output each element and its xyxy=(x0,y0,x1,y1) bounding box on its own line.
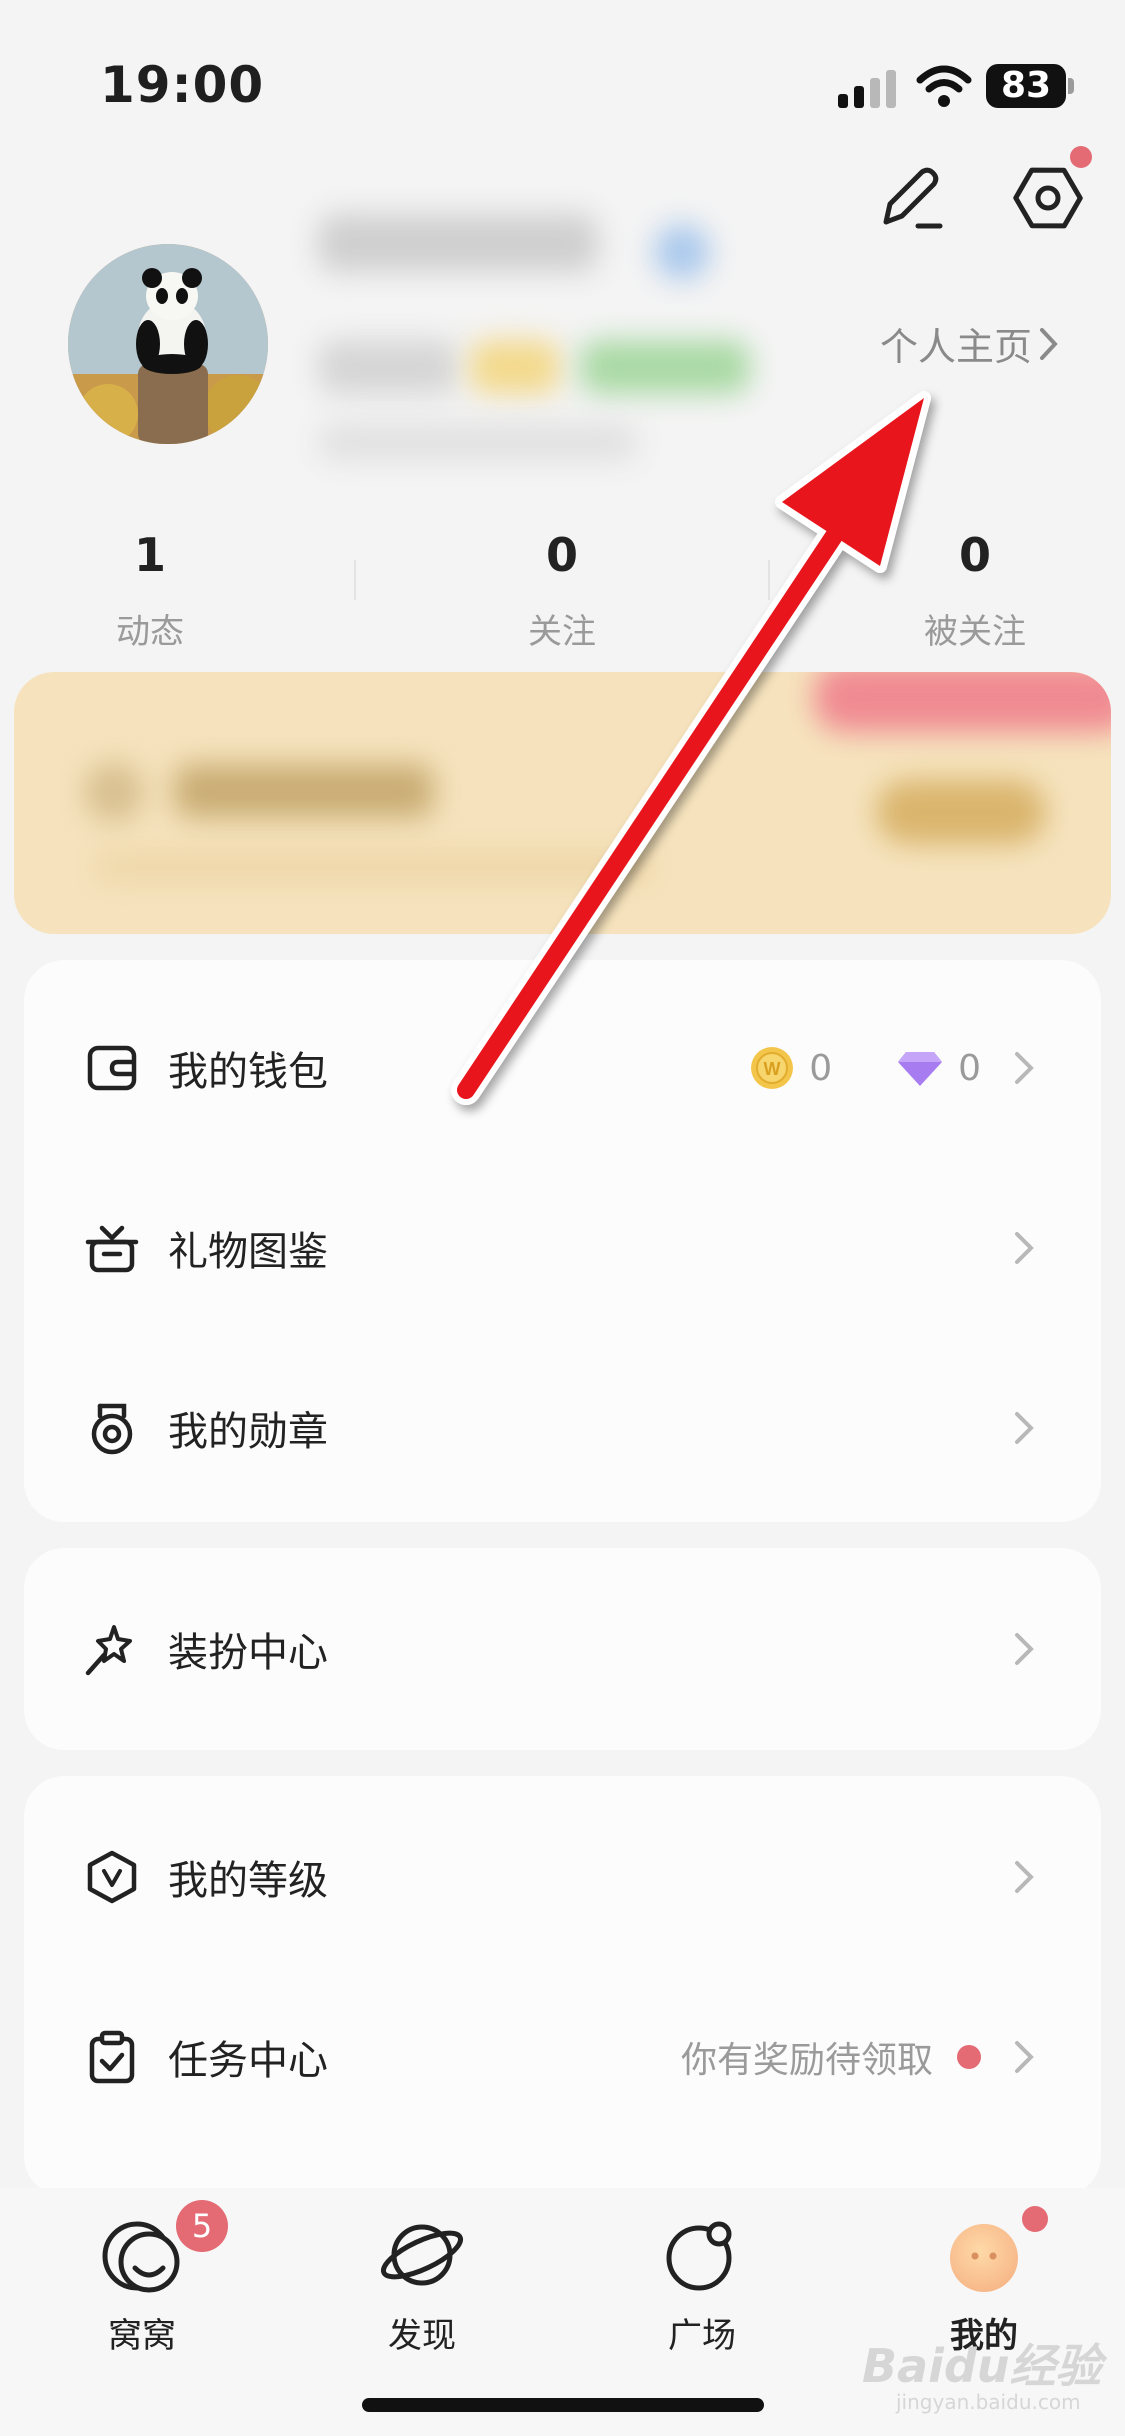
tab-wowo-label: 窝窝 xyxy=(108,2316,176,2356)
planet-icon xyxy=(380,2224,464,2286)
stat-followers-value: 0 xyxy=(958,528,991,582)
tab-discover-label: 发现 xyxy=(388,2316,456,2356)
edit-profile-icon[interactable] xyxy=(872,160,948,236)
menu-item-my-level[interactable]: 我的等级 xyxy=(24,1787,1101,1967)
vip-banner[interactable] xyxy=(14,672,1111,934)
stat-following-label: 关注 xyxy=(528,612,596,652)
stat-followers[interactable]: 0 被关注 xyxy=(825,528,1125,653)
magic-wand-icon xyxy=(85,1625,132,1676)
chevron-right-icon xyxy=(1015,1232,1034,1264)
chevron-right-icon xyxy=(1015,1052,1034,1084)
diamond-icon xyxy=(898,1052,943,1086)
home-indicator xyxy=(362,2398,764,2412)
panda-avatar-image xyxy=(68,244,268,444)
clipboard-check-icon xyxy=(89,2030,135,2084)
wifi-icon xyxy=(916,65,972,107)
blurred-vip-desc xyxy=(94,852,654,882)
task-reward-hint-text: 你有奖励待领取 xyxy=(680,2040,933,2081)
stat-posts-value: 1 xyxy=(133,528,166,582)
task-center-label: 任务中心 xyxy=(168,2038,328,2084)
task-notification-dot xyxy=(957,2045,981,2069)
settings-button[interactable] xyxy=(1010,160,1086,236)
menu-card-assets: 我的钱包 W 0 0 礼物图鉴 我的勋章 xyxy=(24,960,1101,1522)
status-time: 19:00 xyxy=(100,56,265,114)
square-plaza-icon xyxy=(666,2221,732,2291)
tab-discover[interactable]: 发现 xyxy=(342,2210,502,2357)
chevron-right-icon xyxy=(1015,1861,1034,1893)
medals-label: 我的勋章 xyxy=(168,1409,328,1455)
wallet-label: 我的钱包 xyxy=(168,1049,328,1095)
wowo-unread-badge: 5 xyxy=(176,2200,228,2252)
coin-balance: 0 xyxy=(809,1047,833,1089)
avatar[interactable] xyxy=(68,244,268,444)
gift-gallery-label: 礼物图鉴 xyxy=(168,1229,328,1275)
tab-square-label: 广场 xyxy=(668,2316,736,2356)
chevron-right-icon xyxy=(1015,1412,1034,1444)
dressup-center-label: 装扮中心 xyxy=(168,1630,328,1676)
stat-posts-label: 动态 xyxy=(116,612,184,652)
blurred-tag-yellow xyxy=(470,340,560,394)
wallet-icon xyxy=(87,1045,137,1091)
my-level-label: 我的等级 xyxy=(168,1858,328,1904)
blurred-tag-green xyxy=(580,340,750,394)
menu-item-task-center[interactable]: 任务中心 你有奖励待领取 xyxy=(24,1967,1101,2147)
blurred-bio xyxy=(318,424,638,460)
menu-item-wallet[interactable]: 我的钱包 W 0 0 xyxy=(24,978,1101,1158)
personal-homepage-label: 个人主页 xyxy=(880,325,1033,369)
chevron-right-icon xyxy=(1040,327,1058,360)
wowo-tab-icon xyxy=(102,2221,180,2293)
blurred-tag-gray xyxy=(318,340,458,394)
medal-icon xyxy=(91,1403,133,1455)
stat-posts[interactable]: 1 动态 xyxy=(0,528,300,653)
chevron-right-icon xyxy=(1015,1633,1034,1665)
stat-following-value: 0 xyxy=(545,528,578,582)
menu-item-gift-gallery[interactable]: 礼物图鉴 xyxy=(24,1158,1101,1338)
cellular-signal-icon xyxy=(838,66,898,108)
personal-homepage-link[interactable]: 个人主页 xyxy=(880,316,1060,371)
gift-box-icon xyxy=(85,1225,139,1273)
blurred-vip-title xyxy=(174,764,434,818)
diamond-balance: 0 xyxy=(958,1047,981,1089)
settings-notification-dot xyxy=(1070,146,1092,168)
baidu-watermark: Baidu经验 xyxy=(862,2339,1102,2393)
stat-divider xyxy=(354,560,356,600)
stat-followers-label: 被关注 xyxy=(924,612,1026,652)
menu-card-growth: 我的等级 任务中心 你有奖励待领取 xyxy=(24,1776,1101,2196)
svg-text:W: W xyxy=(764,1059,781,1079)
wallet-balances: W 0 0 xyxy=(749,1045,981,1091)
baidu-watermark-url: jingyan.baidu.com xyxy=(896,2390,1081,2414)
coin-icon: W xyxy=(751,1047,794,1089)
level-shield-icon xyxy=(87,1850,137,1904)
blurred-vip-button xyxy=(876,780,1046,844)
menu-item-medals[interactable]: 我的勋章 xyxy=(24,1338,1101,1518)
mine-notification-dot xyxy=(1022,2206,1048,2232)
smiley-face-icon xyxy=(950,2224,1018,2292)
stat-following[interactable]: 0 关注 xyxy=(412,528,712,653)
stat-divider xyxy=(768,560,770,600)
task-reward-hint: 你有奖励待领取 xyxy=(681,2031,981,2083)
blurred-vip-icon xyxy=(84,762,144,822)
battery-indicator: 83 xyxy=(986,64,1074,108)
tab-square[interactable]: 广场 xyxy=(622,2210,782,2357)
menu-item-dressup-center[interactable]: 装扮中心 xyxy=(24,1559,1101,1739)
settings-hex-icon xyxy=(1013,167,1083,229)
blurred-username xyxy=(318,214,598,272)
chevron-right-icon xyxy=(1015,2041,1034,2073)
menu-card-dressup: 装扮中心 xyxy=(24,1548,1101,1750)
blurred-verify-badge xyxy=(654,224,710,280)
blurred-promo-ribbon xyxy=(814,672,1111,732)
